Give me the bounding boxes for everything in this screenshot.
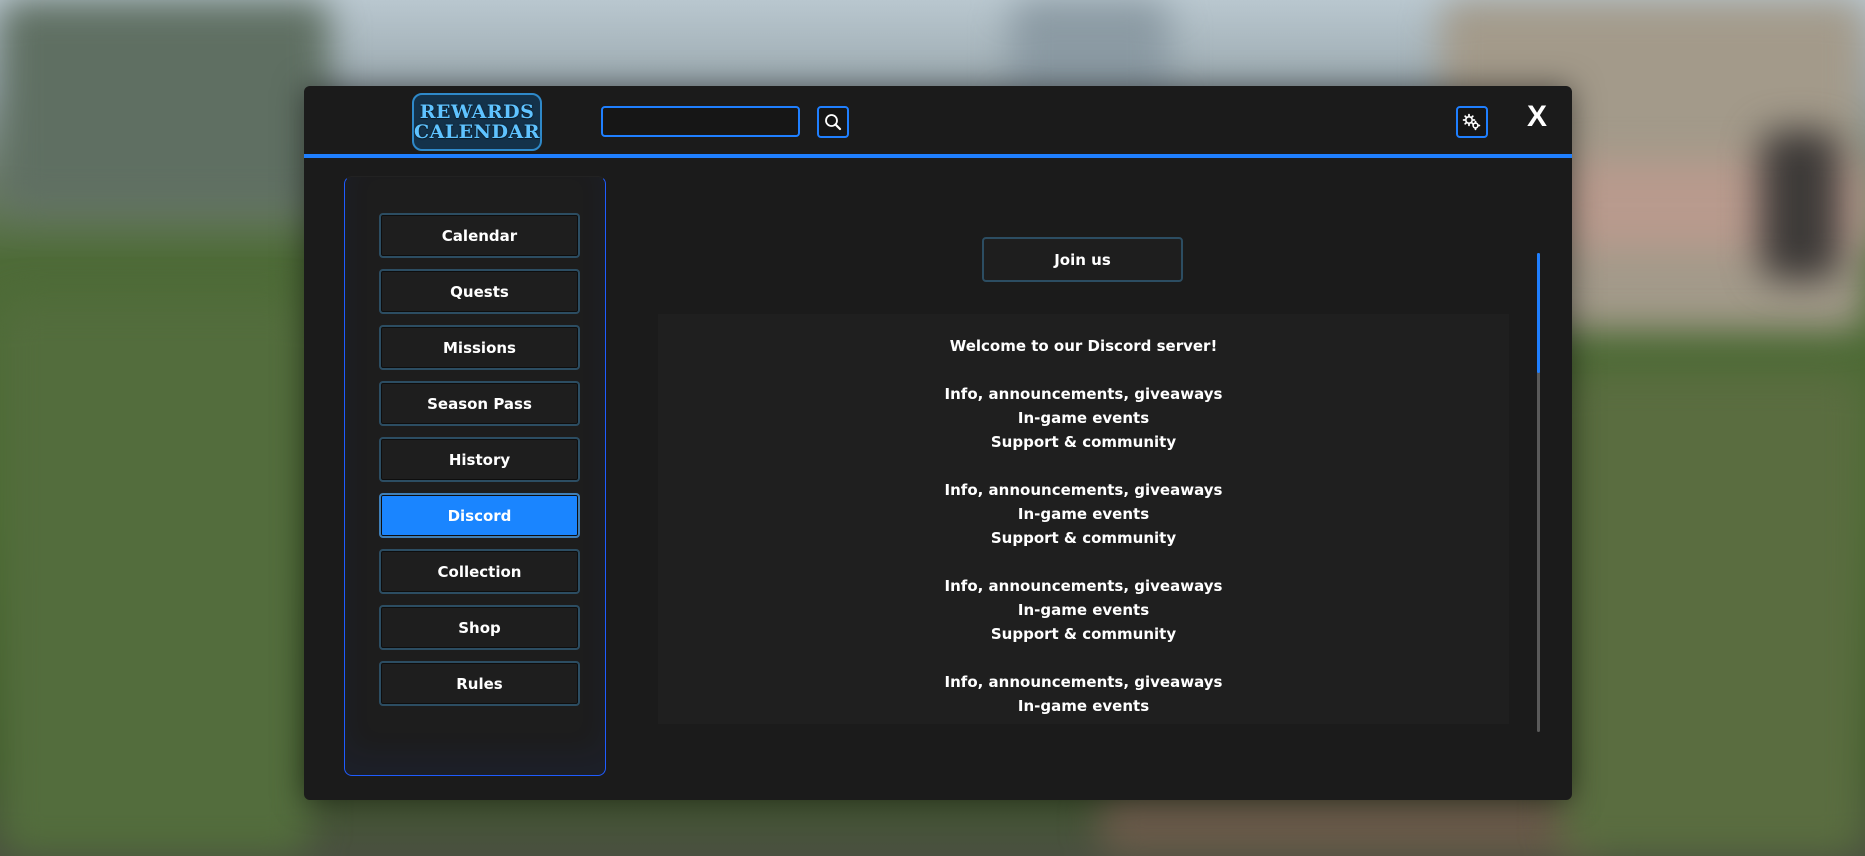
sidebar-item-history[interactable]: History xyxy=(379,437,580,482)
support-line: Support & community xyxy=(990,529,1177,547)
info-line: Info, announcements, giveaways xyxy=(944,385,1223,403)
sidebar-item-season-pass[interactable]: Season Pass xyxy=(379,381,580,426)
discord-info-panel: Welcome to our Discord server! Info, ann… xyxy=(658,314,1509,724)
scrollbar[interactable] xyxy=(1537,253,1540,732)
support-line: Support & community xyxy=(990,433,1177,451)
sidebar-item-label: Discord xyxy=(447,506,512,525)
welcome-text: Welcome to our Discord server! xyxy=(949,337,1218,355)
sidebar-item-label: Collection xyxy=(437,562,522,581)
sidebar-item-missions[interactable]: Missions xyxy=(379,325,580,370)
sidebar-item-quests[interactable]: Quests xyxy=(379,269,580,314)
events-line: In-game events xyxy=(1017,601,1150,619)
info-line: Info, announcements, giveaways xyxy=(944,577,1223,595)
sidebar-item-label: Shop xyxy=(458,618,501,637)
settings-button[interactable] xyxy=(1456,106,1488,138)
rewards-window: REWARDS CALENDAR X Calendar Quests Missi… xyxy=(304,86,1572,800)
support-line: Support & community xyxy=(990,625,1177,643)
events-line: In-game events xyxy=(1017,505,1150,523)
top-bar: REWARDS CALENDAR X xyxy=(304,86,1572,158)
close-icon: X xyxy=(1526,100,1547,133)
search-icon xyxy=(825,114,842,131)
sidebar-item-shop[interactable]: Shop xyxy=(379,605,580,650)
sidebar-item-label: Rules xyxy=(456,674,503,693)
sidebar-item-label: Quests xyxy=(450,282,509,301)
sidebar-item-label: Missions xyxy=(443,338,516,357)
sidebar-item-discord[interactable]: Discord xyxy=(379,493,580,538)
info-line: Info, announcements, giveaways xyxy=(944,481,1223,499)
search-button[interactable] xyxy=(817,106,849,138)
join-us-button[interactable]: Join us xyxy=(982,237,1183,282)
sidebar-item-calendar[interactable]: Calendar xyxy=(379,213,580,258)
logo-line-2: CALENDAR xyxy=(413,121,541,143)
events-line: In-game events xyxy=(1017,697,1150,715)
join-us-label: Join us xyxy=(1054,250,1111,269)
sidebar-item-label: Calendar xyxy=(441,226,518,245)
sidebar-item-label: Season Pass xyxy=(427,394,532,413)
close-button[interactable]: X xyxy=(1522,100,1552,134)
search-input[interactable] xyxy=(601,106,800,137)
sidebar-item-collection[interactable]: Collection xyxy=(379,549,580,594)
gear-icon xyxy=(1462,113,1481,131)
sidebar-item-label: History xyxy=(448,450,511,469)
scrollbar-thumb[interactable] xyxy=(1537,253,1540,373)
info-line: Info, announcements, giveaways xyxy=(944,673,1223,691)
sidebar: Calendar Quests Missions Season Pass His… xyxy=(344,176,606,776)
logo-line-1: REWARDS xyxy=(419,101,535,123)
rewards-calendar-logo: REWARDS CALENDAR xyxy=(412,93,542,151)
events-line: In-game events xyxy=(1017,409,1150,427)
sidebar-item-rules[interactable]: Rules xyxy=(379,661,580,706)
